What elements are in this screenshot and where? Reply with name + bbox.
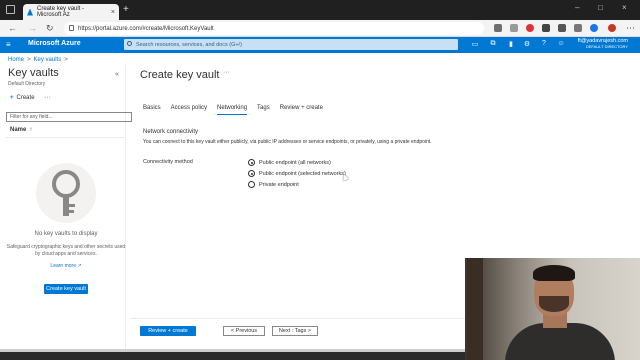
- tab-review-create[interactable]: Review + create: [280, 105, 323, 115]
- presenter-hair: [533, 265, 575, 281]
- section-description: You can connect to this key vault either…: [143, 139, 432, 145]
- breadcrumb-home[interactable]: Home: [8, 57, 24, 63]
- webcam-overlay: [465, 258, 640, 360]
- extension-icon[interactable]: [542, 24, 550, 32]
- breadcrumb-separator: >: [27, 57, 31, 63]
- filter-placeholder: Filter for any field...: [10, 114, 53, 120]
- address-bar-row: ← → ↻ https://portal.azure.com/#create/M…: [0, 20, 640, 37]
- url-text: https://portal.azure.com/#create/Microso…: [78, 25, 214, 32]
- maximize-button[interactable]: □: [598, 3, 603, 12]
- radio-private-endpoint[interactable]: Private endpoint: [248, 179, 346, 190]
- radio-button[interactable]: [248, 159, 255, 166]
- extension-icon[interactable]: [558, 24, 566, 32]
- radio-public-all-networks[interactable]: Public endpoint (all networks): [248, 157, 346, 168]
- horizontal-scrollbar[interactable]: [0, 349, 465, 352]
- breadcrumb-separator: >: [64, 57, 68, 63]
- browser-tab-bar: Create key vault - Microsoft Az × + – □ …: [0, 0, 640, 20]
- refresh-icon[interactable]: ↻: [46, 23, 54, 34]
- tab-title: Create key vault - Microsoft Az: [37, 6, 85, 18]
- search-placeholder: Search resources, services, and docs (G+…: [136, 41, 242, 48]
- create-button[interactable]: + Create: [10, 95, 35, 101]
- next-tags-button[interactable]: Next : Tags >: [272, 326, 318, 336]
- azure-header: ≡ Microsoft Azure Search resources, serv…: [0, 37, 640, 53]
- workspaces-icon[interactable]: [6, 5, 15, 14]
- feedback-icon[interactable]: ☺: [556, 40, 566, 49]
- new-tab-button[interactable]: +: [123, 5, 129, 15]
- radio-public-selected-networks[interactable]: Public endpoint (selected networks): [248, 168, 346, 179]
- name-column-header[interactable]: Name ↑: [10, 127, 32, 133]
- review-create-button[interactable]: Review + create: [140, 326, 196, 336]
- page-subtitle: Default Directory: [8, 81, 46, 87]
- favorites-icon[interactable]: [510, 24, 518, 32]
- key-vaults-panel: Key vaults Default Directory « + Create ·…: [0, 65, 132, 349]
- create-key-vault-button[interactable]: Create key vault: [44, 284, 88, 294]
- mouse-cursor-icon: [341, 173, 349, 181]
- notifications-icon[interactable]: ▮: [506, 40, 516, 49]
- breadcrumb-key-vaults[interactable]: Key vaults: [34, 57, 62, 63]
- column-header-label: Name: [10, 127, 27, 133]
- lock-icon: [69, 25, 74, 31]
- radio-label: Public endpoint (selected networks): [259, 170, 346, 177]
- cloud-shell-icon[interactable]: ▭: [470, 40, 480, 49]
- collections-icon[interactable]: [574, 24, 582, 32]
- more-options-icon[interactable]: ···: [44, 94, 51, 101]
- tab-close-icon[interactable]: ×: [111, 9, 115, 16]
- blade-more-icon[interactable]: ···: [223, 69, 230, 76]
- minimize-button[interactable]: –: [575, 3, 579, 12]
- radio-label: Public endpoint (all networks): [259, 159, 331, 166]
- adblock-icon[interactable]: [526, 24, 534, 32]
- search-icon: [127, 41, 132, 46]
- section-title: Network connectivity: [143, 129, 199, 135]
- page-title: Key vaults: [8, 67, 59, 79]
- filter-input[interactable]: Filter for any field...: [6, 112, 132, 122]
- user-directory: DEFAULT DIRECTORY: [585, 44, 628, 49]
- directory-filter-icon[interactable]: ⧉: [488, 40, 498, 49]
- account-menu[interactable]: ft@yadavrajesh.com DEFAULT DIRECTORY: [578, 38, 628, 50]
- azure-favicon-icon: [27, 8, 34, 16]
- profile-icon[interactable]: [590, 24, 598, 32]
- radio-button[interactable]: [248, 170, 255, 177]
- close-window-button[interactable]: ×: [622, 3, 627, 12]
- extension-icon[interactable]: [494, 24, 502, 32]
- tab-tags[interactable]: Tags: [257, 105, 270, 115]
- search-input[interactable]: Search resources, services, and docs (G+…: [124, 39, 458, 50]
- forward-icon[interactable]: →: [28, 23, 37, 33]
- collapse-panel-icon[interactable]: «: [115, 71, 119, 78]
- azure-brand[interactable]: Microsoft Azure: [28, 40, 81, 47]
- tab-access-policy[interactable]: Access policy: [171, 105, 207, 115]
- empty-state-title: No key vaults to display: [34, 231, 98, 237]
- help-icon[interactable]: ?: [539, 40, 549, 49]
- portal-menu-icon[interactable]: ≡: [6, 40, 11, 49]
- plus-icon: +: [10, 95, 14, 101]
- tab-networking[interactable]: Networking: [217, 105, 248, 115]
- url-field[interactable]: https://portal.azure.com/#create/Microso…: [64, 22, 484, 35]
- settings-icon[interactable]: ⚙: [522, 40, 532, 49]
- sort-arrow-icon: ↑: [29, 127, 33, 133]
- browser-menu-icon[interactable]: ⋯: [626, 23, 635, 34]
- back-icon[interactable]: ←: [8, 23, 17, 33]
- wizard-tabs: Basics Access policy Networking Tags Rev…: [143, 105, 323, 115]
- blade-title: Create key vault: [140, 69, 220, 81]
- breadcrumb: Home > Key vaults >: [8, 57, 71, 63]
- create-label: Create: [16, 95, 35, 101]
- connectivity-radio-group: Public endpoint (all networks) Public en…: [248, 157, 346, 190]
- learn-more-link[interactable]: Learn more ↗: [0, 263, 132, 269]
- empty-state-description: Safeguard cryptographic keys and other s…: [6, 244, 126, 257]
- previous-button[interactable]: < Previous: [223, 326, 265, 336]
- tab-basics[interactable]: Basics: [143, 105, 161, 115]
- radio-label: Private endpoint: [259, 181, 299, 188]
- webcam-door: [467, 258, 483, 360]
- avatar[interactable]: [608, 24, 616, 32]
- radio-button[interactable]: [248, 181, 255, 188]
- key-vault-empty-icon: [36, 163, 96, 223]
- presenter-beard: [539, 296, 569, 312]
- browser-tab[interactable]: Create key vault - Microsoft Az ×: [23, 4, 119, 20]
- divider: [6, 137, 126, 138]
- connectivity-method-label: Connectivity method: [143, 159, 193, 165]
